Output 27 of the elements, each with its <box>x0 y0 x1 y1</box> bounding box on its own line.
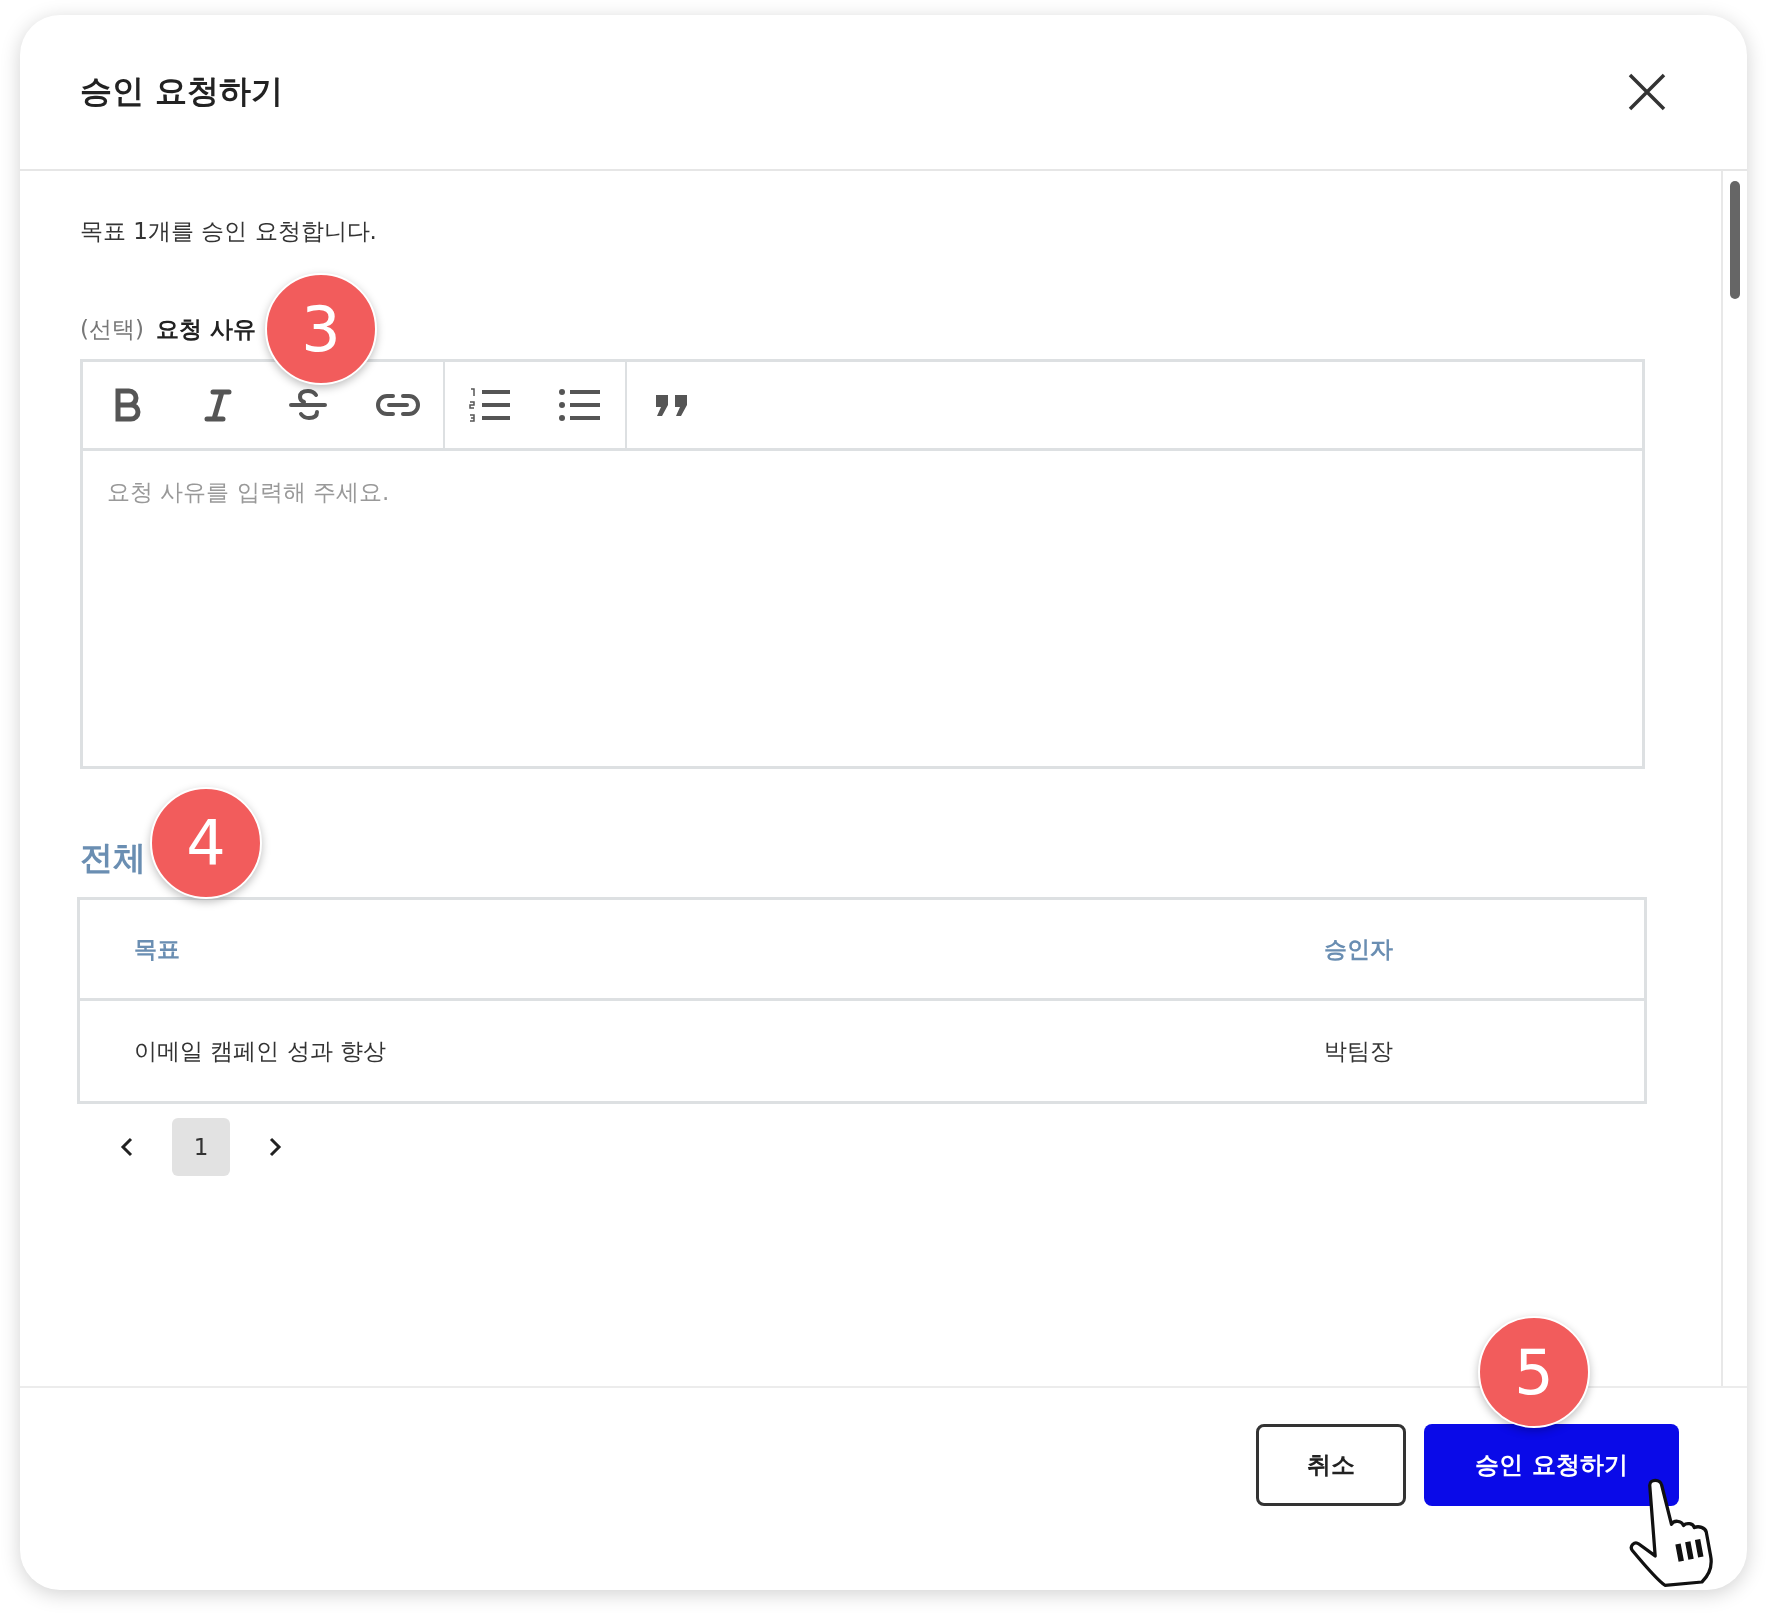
link-icon <box>376 392 420 418</box>
submit-button[interactable]: 승인 요청하기 <box>1424 1424 1679 1506</box>
numbered-list-icon <box>468 387 512 423</box>
description-text: 목표 1개를 승인 요청합니다. <box>80 217 378 246</box>
strikethrough-icon <box>289 387 327 423</box>
step-callout: 4 <box>150 787 262 899</box>
column-header: 목표 <box>134 935 180 962</box>
step-callout: 5 <box>1478 1316 1590 1428</box>
chevron-right-icon <box>268 1136 282 1158</box>
quote-icon <box>654 393 690 417</box>
optional-label: (선택) <box>80 314 144 344</box>
page-button[interactable]: 1 <box>172 1118 230 1176</box>
step-callout: 3 <box>265 273 377 385</box>
italic-icon <box>203 388 233 422</box>
chevron-left-icon <box>120 1136 134 1158</box>
bullet-list-icon <box>558 387 602 423</box>
cancel-button[interactable]: 취소 <box>1256 1424 1406 1506</box>
table-cell: 박팀장 <box>1324 1037 1393 1064</box>
close-icon <box>1627 72 1667 112</box>
field-label: 요청 사유 <box>155 314 256 344</box>
dialog-title: 승인 요청하기 <box>80 71 284 112</box>
bold-icon <box>113 388 143 422</box>
close-button[interactable] <box>1627 72 1667 112</box>
reason-input[interactable]: 요청 사유를 입력해 주세요. <box>80 451 1645 769</box>
column-header: 승인자 <box>1324 935 1393 962</box>
section-title: 전체 <box>80 836 146 879</box>
table-cell: 이메일 캠페인 성과 향상 <box>134 1037 386 1064</box>
